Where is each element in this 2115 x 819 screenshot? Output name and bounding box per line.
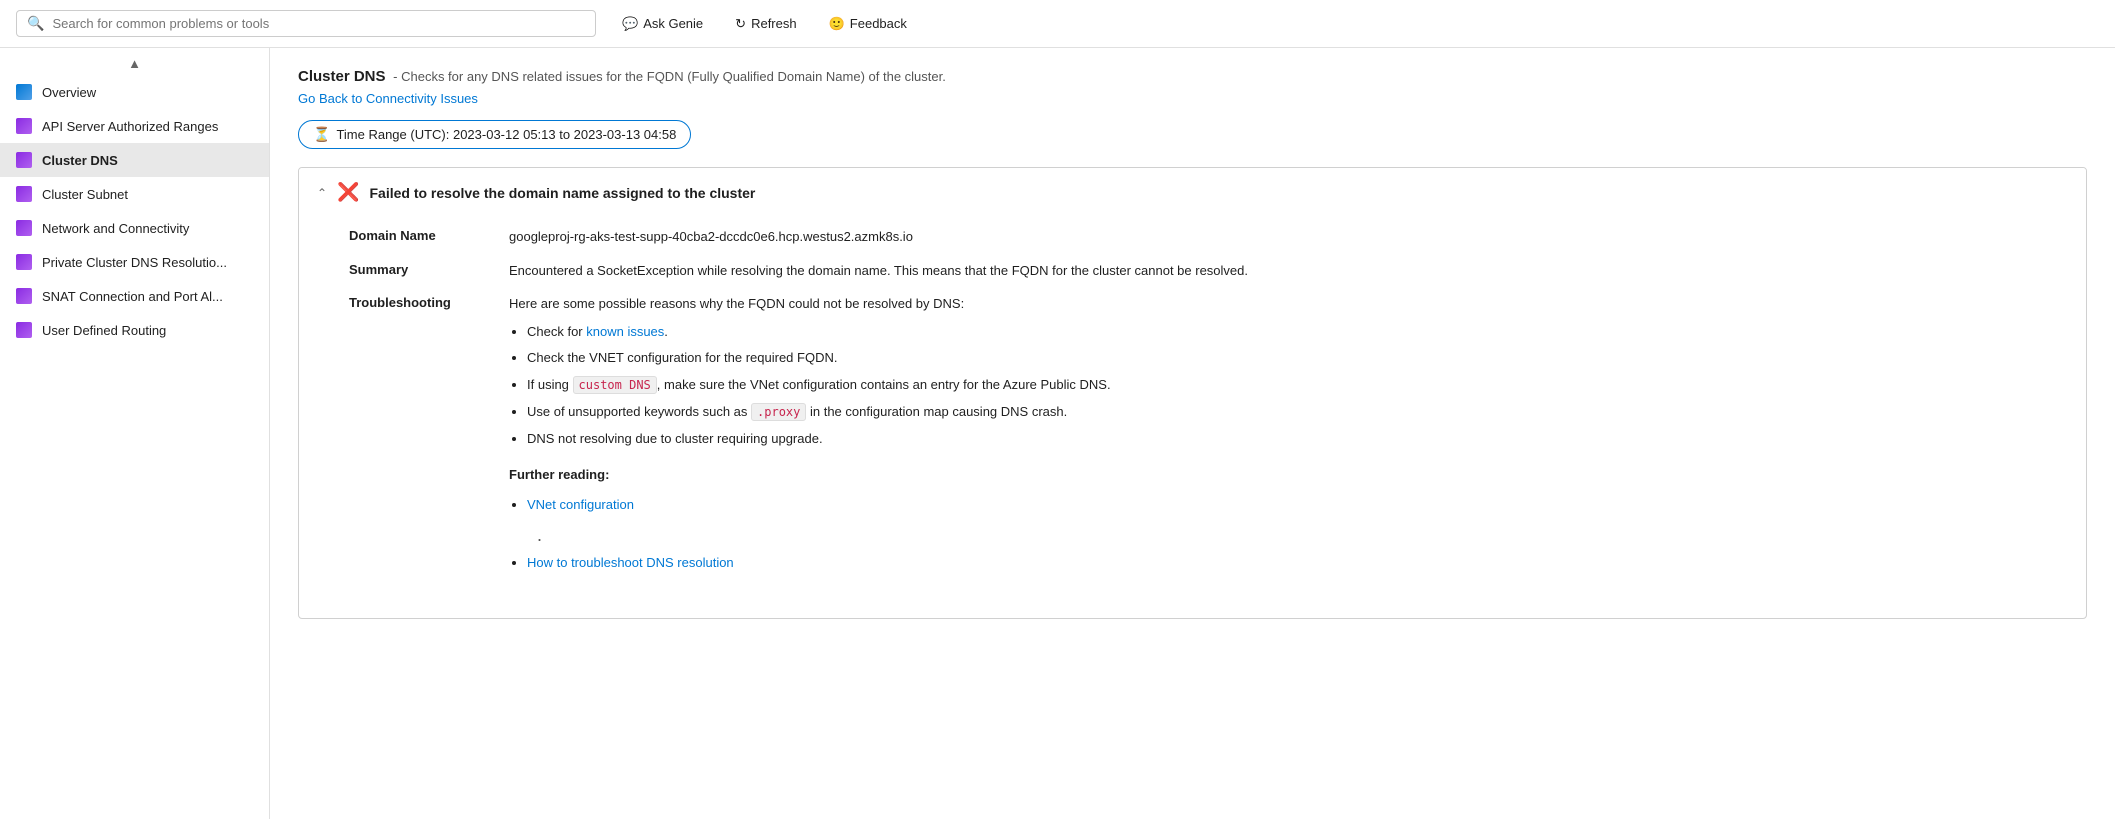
sidebar-item-label: Overview <box>42 85 96 100</box>
proxy-code: .proxy <box>751 403 806 421</box>
troubleshooting-row: Troubleshooting Here are some possible r… <box>349 294 2036 580</box>
refresh-icon: ↻ <box>735 16 746 32</box>
cluster-subnet-icon <box>16 186 32 202</box>
domain-name-value: googleproj-rg-aks-test-supp-40cba2-dccdc… <box>509 227 913 247</box>
search-input[interactable] <box>52 16 585 31</box>
sidebar-item-network-connectivity[interactable]: Network and Connectivity <box>0 211 269 245</box>
further-reading-list: VNet configuration <box>509 495 1111 516</box>
list-item: DNS not resolving due to cluster requiri… <box>527 429 1111 450</box>
page-title: Cluster DNS <box>298 68 386 85</box>
sidebar-item-label: User Defined Routing <box>42 323 166 338</box>
troubleshoot-dns-link[interactable]: How to troubleshoot DNS resolution <box>527 555 734 570</box>
summary-value: Encountered a SocketException while reso… <box>509 261 1248 281</box>
overview-icon <box>16 84 32 100</box>
further-reading-label: Further reading: <box>509 465 1111 485</box>
chevron-up-icon: ▲ <box>128 56 141 71</box>
troubleshooting-value: Here are some possible reasons why the F… <box>509 294 1111 580</box>
feedback-button[interactable]: 🙂 Feedback <box>823 12 913 36</box>
page-subtitle: - Checks for any DNS related issues for … <box>393 69 946 84</box>
topbar: 🔍 💬 Ask Genie ↻ Refresh 🙂 Feedback <box>0 0 2115 48</box>
list-item: Check the VNET configuration for the req… <box>527 348 1111 369</box>
list-item: VNet configuration <box>527 495 1111 516</box>
sidebar-item-label: Cluster DNS <box>42 153 118 168</box>
card-body: Domain Name googleproj-rg-aks-test-supp-… <box>299 217 2086 618</box>
sidebar-item-label: Cluster Subnet <box>42 187 128 202</box>
sidebar-item-label: Private Cluster DNS Resolutio... <box>42 255 227 270</box>
network-connectivity-icon <box>16 220 32 236</box>
refresh-label: Refresh <box>751 16 797 31</box>
sidebar-item-overview[interactable]: Overview <box>0 75 269 109</box>
sidebar: ▲ Overview API Server Authorized Ranges … <box>0 48 270 819</box>
private-cluster-icon <box>16 254 32 270</box>
list-item: Use of unsupported keywords such as .pro… <box>527 402 1111 423</box>
troubleshooting-intro: Here are some possible reasons why the F… <box>509 296 964 311</box>
separator-dot: . <box>537 522 1111 549</box>
time-range-bar[interactable]: ⏳ Time Range (UTC): 2023-03-12 05:13 to … <box>298 120 691 149</box>
search-box[interactable]: 🔍 <box>16 10 596 37</box>
custom-dns-code: custom DNS <box>573 376 657 394</box>
snat-icon <box>16 288 32 304</box>
list-item: How to troubleshoot DNS resolution <box>527 553 1111 574</box>
vnet-config-link[interactable]: VNet configuration <box>527 497 634 512</box>
collapse-button[interactable]: ⌃ <box>317 186 327 200</box>
sidebar-item-cluster-dns[interactable]: Cluster DNS <box>0 143 269 177</box>
genie-icon: 💬 <box>622 16 638 32</box>
sidebar-item-private-cluster[interactable]: Private Cluster DNS Resolutio... <box>0 245 269 279</box>
summary-row: Summary Encountered a SocketException wh… <box>349 261 2036 281</box>
scroll-up-button[interactable]: ▲ <box>0 52 269 75</box>
domain-name-row: Domain Name googleproj-rg-aks-test-supp-… <box>349 227 2036 247</box>
refresh-button[interactable]: ↻ Refresh <box>729 12 802 36</box>
content-area: Cluster DNS - Checks for any DNS related… <box>270 48 2115 819</box>
sidebar-item-cluster-subnet[interactable]: Cluster Subnet <box>0 177 269 211</box>
sidebar-item-label: Network and Connectivity <box>42 221 189 236</box>
list-item: Check for known issues. <box>527 322 1111 343</box>
troubleshooting-list: Check for known issues. Check the VNET c… <box>509 322 1111 450</box>
feedback-label: Feedback <box>850 16 907 31</box>
ask-genie-button[interactable]: 💬 Ask Genie <box>616 12 709 36</box>
sidebar-item-label: SNAT Connection and Port Al... <box>42 289 223 304</box>
domain-name-label: Domain Name <box>349 227 509 247</box>
sidebar-item-snat[interactable]: SNAT Connection and Port Al... <box>0 279 269 313</box>
card-header[interactable]: ⌃ ❌ Failed to resolve the domain name as… <box>299 168 2086 217</box>
user-routing-icon <box>16 322 32 338</box>
troubleshooting-label: Troubleshooting <box>349 294 509 580</box>
topbar-actions: 💬 Ask Genie ↻ Refresh 🙂 Feedback <box>616 12 913 36</box>
summary-label: Summary <box>349 261 509 281</box>
error-icon: ❌ <box>337 182 359 203</box>
search-icon: 🔍 <box>27 15 44 32</box>
sidebar-item-label: API Server Authorized Ranges <box>42 119 218 134</box>
time-range-label: Time Range (UTC): 2023-03-12 05:13 to 20… <box>336 127 676 142</box>
known-issues-link[interactable]: known issues <box>586 324 664 339</box>
sidebar-item-user-routing[interactable]: User Defined Routing <box>0 313 269 347</box>
ask-genie-label: Ask Genie <box>643 16 703 31</box>
cluster-dns-icon <box>16 152 32 168</box>
result-card: ⌃ ❌ Failed to resolve the domain name as… <box>298 167 2087 619</box>
back-link[interactable]: Go Back to Connectivity Issues <box>298 91 478 106</box>
page-header: Cluster DNS - Checks for any DNS related… <box>298 68 2087 106</box>
sidebar-item-api-server[interactable]: API Server Authorized Ranges <box>0 109 269 143</box>
api-server-icon <box>16 118 32 134</box>
main-layout: ▲ Overview API Server Authorized Ranges … <box>0 48 2115 819</box>
further-reading-list-2: How to troubleshoot DNS resolution <box>509 553 1111 574</box>
list-item: If using custom DNS, make sure the VNet … <box>527 375 1111 396</box>
clock-icon: ⏳ <box>313 126 330 143</box>
card-title: Failed to resolve the domain name assign… <box>369 185 755 201</box>
feedback-icon: 🙂 <box>829 16 845 32</box>
